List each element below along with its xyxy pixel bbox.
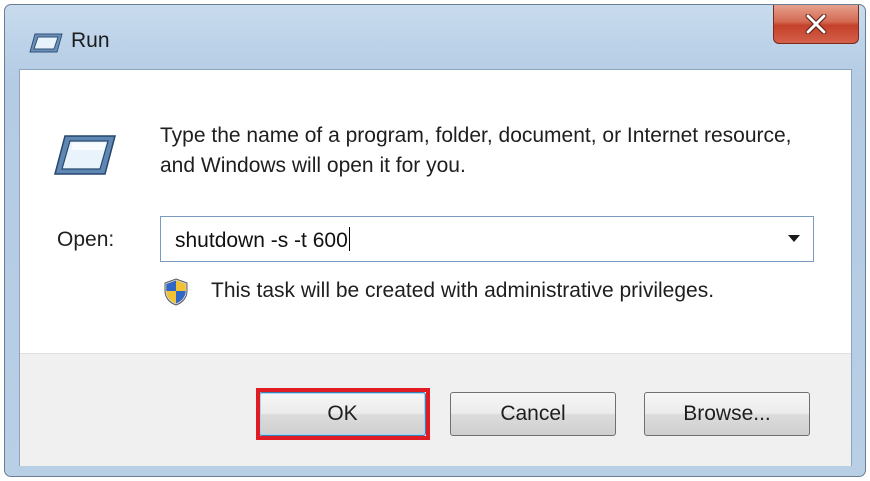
run-icon bbox=[29, 32, 63, 54]
close-x-icon bbox=[805, 13, 827, 34]
dialog-description: Type the name of a program, folder, docu… bbox=[160, 124, 792, 177]
ok-button[interactable]: OK bbox=[259, 392, 426, 436]
run-icon bbox=[53, 133, 117, 177]
command-input[interactable]: shutdown -s -t 600 bbox=[175, 227, 350, 253]
admin-privileges-note: This task will be created with administr… bbox=[211, 279, 715, 302]
close-button[interactable] bbox=[773, 5, 859, 44]
text-caret bbox=[348, 227, 350, 251]
open-label: Open: bbox=[57, 228, 115, 251]
chevron-down-icon[interactable] bbox=[781, 225, 807, 253]
cancel-button[interactable]: Cancel bbox=[450, 392, 616, 436]
browse-button[interactable]: Browse... bbox=[644, 392, 810, 436]
title-bar[interactable]: Run bbox=[5, 5, 865, 69]
window-title: Run bbox=[71, 29, 110, 52]
uac-shield-icon bbox=[163, 278, 189, 306]
dialog-body: Type the name of a program, folder, docu… bbox=[19, 69, 852, 466]
run-dialog: Run Type the name of a program, folder, … bbox=[4, 4, 866, 477]
command-combobox[interactable]: shutdown -s -t 600 bbox=[160, 216, 814, 262]
